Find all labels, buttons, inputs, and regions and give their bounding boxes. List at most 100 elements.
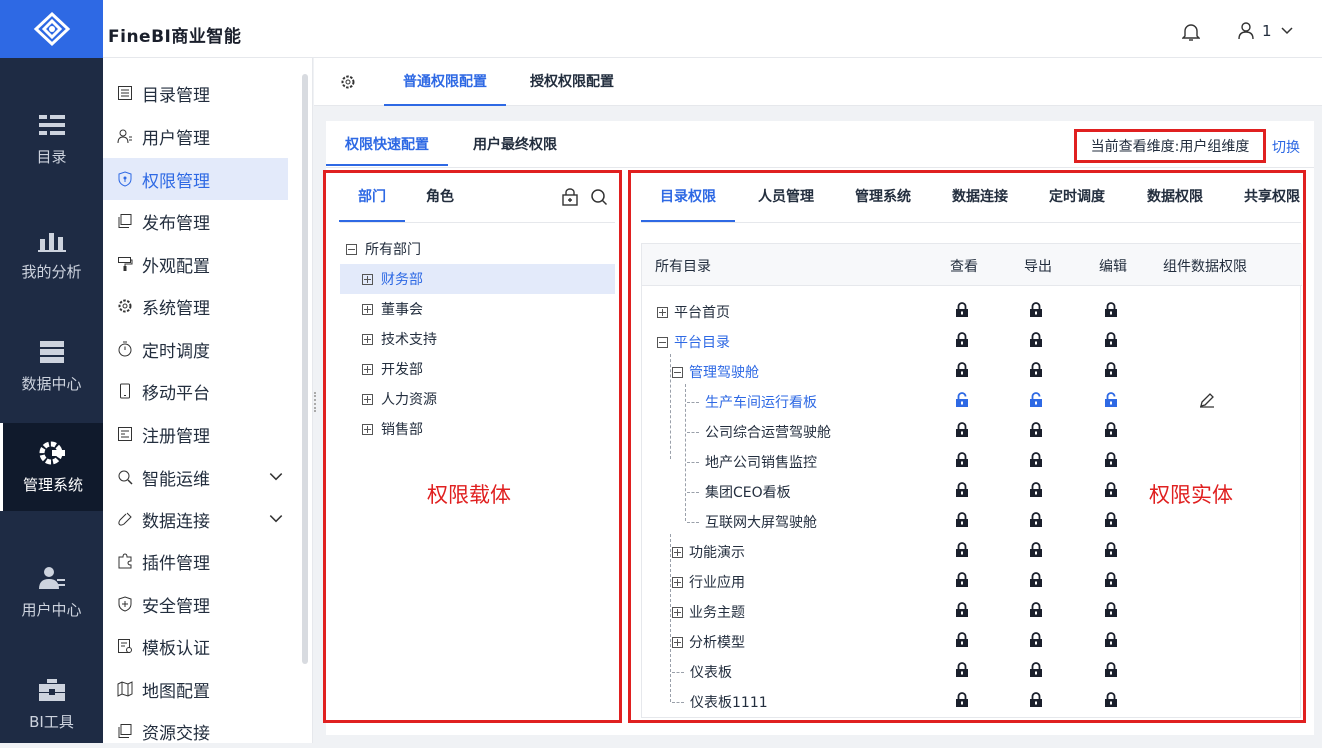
splitter-handle[interactable] bbox=[314, 392, 318, 412]
col-export[interactable]: 导出 bbox=[1024, 256, 1052, 276]
tab-admin-system[interactable]: 管理系统 bbox=[855, 186, 911, 222]
lock-icon[interactable] bbox=[1104, 572, 1118, 588]
table-row[interactable]: 功能演示 bbox=[642, 536, 1302, 566]
lock-icon[interactable] bbox=[955, 572, 969, 588]
expand-icon[interactable] bbox=[657, 306, 668, 318]
menu-item-user-manage[interactable]: 用户管理 bbox=[103, 115, 288, 157]
lock-icon[interactable] bbox=[1104, 662, 1118, 678]
menu-item-template-cert[interactable]: 模板认证 bbox=[103, 625, 288, 667]
tab-user-manage[interactable]: 人员管理 bbox=[758, 186, 814, 222]
expand-icon[interactable] bbox=[362, 303, 373, 315]
rail-item-catalog[interactable]: 目录 bbox=[0, 95, 103, 183]
tab-share-permission[interactable]: 共享权限 bbox=[1244, 186, 1300, 222]
rail-item-admin[interactable]: 管理系统 bbox=[0, 423, 103, 511]
lock-icon[interactable] bbox=[955, 602, 969, 618]
lock-icon[interactable] bbox=[955, 482, 969, 498]
tab-final-permission[interactable]: 用户最终权限 bbox=[473, 121, 557, 166]
menu-item-data-connection[interactable]: 数据连接 bbox=[103, 498, 288, 540]
tree-node-dept[interactable]: 销售部 bbox=[340, 414, 615, 444]
switch-link[interactable]: 切换 bbox=[1272, 137, 1300, 157]
table-row[interactable]: 管理驾驶舱 bbox=[642, 356, 1302, 386]
lock-icon[interactable] bbox=[955, 362, 969, 378]
lock-icon[interactable] bbox=[1029, 362, 1043, 378]
table-row[interactable]: 公司综合运营驾驶舱 bbox=[642, 416, 1302, 446]
expand-icon[interactable] bbox=[362, 423, 373, 435]
lock-icon[interactable] bbox=[1104, 332, 1118, 348]
lock-icon[interactable] bbox=[1104, 452, 1118, 468]
lock-icon[interactable] bbox=[1029, 662, 1043, 678]
tab-schedule[interactable]: 定时调度 bbox=[1049, 186, 1105, 222]
menu-item-register[interactable]: 注册管理 bbox=[103, 413, 288, 455]
table-row[interactable]: 生产车间运行看板 bbox=[642, 386, 1302, 416]
lock-icon[interactable] bbox=[955, 662, 969, 678]
table-row[interactable]: 行业应用 bbox=[642, 566, 1302, 596]
lock-icon[interactable] bbox=[955, 452, 969, 468]
rail-item-bi-tools[interactable]: BI工具 bbox=[0, 660, 103, 748]
tree-node-root[interactable]: 所有部门 bbox=[346, 234, 621, 264]
unlock-icon[interactable] bbox=[1029, 392, 1043, 408]
menu-item-system-manage[interactable]: 系统管理 bbox=[103, 285, 288, 327]
app-logo[interactable] bbox=[0, 0, 103, 58]
menu-item-publish-manage[interactable]: 发布管理 bbox=[103, 200, 288, 242]
tab-quick-config[interactable]: 权限快速配置 bbox=[326, 121, 448, 166]
menu-item-resource-handover[interactable]: 资源交接 bbox=[103, 710, 288, 743]
table-row[interactable]: 地产公司销售监控 bbox=[642, 446, 1302, 476]
menu-item-security[interactable]: 安全管理 bbox=[103, 583, 288, 625]
table-row[interactable]: 平台目录 bbox=[642, 326, 1302, 356]
rail-item-data-center[interactable]: 数据中心 bbox=[0, 322, 103, 410]
rail-item-user-center[interactable]: 用户中心 bbox=[0, 548, 103, 636]
col-edit[interactable]: 编辑 bbox=[1099, 256, 1127, 276]
lock-icon[interactable] bbox=[1029, 482, 1043, 498]
lock-icon[interactable] bbox=[955, 422, 969, 438]
lock-icon[interactable] bbox=[1029, 512, 1043, 528]
edit-pencil-icon[interactable] bbox=[1199, 392, 1215, 408]
lock-icon[interactable] bbox=[1104, 302, 1118, 318]
lock-icon[interactable] bbox=[955, 632, 969, 648]
expand-icon[interactable] bbox=[672, 606, 683, 618]
col-view[interactable]: 查看 bbox=[950, 256, 978, 276]
user-menu[interactable]: 1 bbox=[1238, 22, 1294, 40]
lock-icon[interactable] bbox=[955, 542, 969, 558]
tab-normal-permission[interactable]: 普通权限配置 bbox=[384, 58, 506, 106]
collapse-icon[interactable] bbox=[657, 336, 668, 348]
expand-icon[interactable] bbox=[672, 576, 683, 588]
expand-icon[interactable] bbox=[362, 393, 373, 405]
expand-icon[interactable] bbox=[672, 636, 683, 648]
lock-filter-icon[interactable] bbox=[561, 188, 579, 206]
menu-item-mobile[interactable]: 移动平台 bbox=[103, 370, 288, 412]
lock-icon[interactable] bbox=[1104, 512, 1118, 528]
expand-icon[interactable] bbox=[362, 333, 373, 345]
lock-icon[interactable] bbox=[1029, 422, 1043, 438]
settings-gear-icon[interactable] bbox=[340, 74, 356, 90]
menu-item-schedule[interactable]: 定时调度 bbox=[103, 328, 288, 370]
table-row[interactable]: 互联网大屏驾驶舱 bbox=[642, 506, 1302, 536]
menu-item-plugins[interactable]: 插件管理 bbox=[103, 540, 288, 582]
lock-icon[interactable] bbox=[955, 332, 969, 348]
tab-catalog-permission[interactable]: 目录权限 bbox=[641, 186, 735, 222]
lock-icon[interactable] bbox=[1029, 332, 1043, 348]
tree-node-dept[interactable]: 技术支持 bbox=[340, 324, 615, 354]
tree-node-dept[interactable]: 财务部 bbox=[340, 264, 615, 294]
lock-icon[interactable] bbox=[1029, 692, 1043, 708]
unlock-icon[interactable] bbox=[955, 392, 969, 408]
tree-node-dept[interactable]: 董事会 bbox=[340, 294, 615, 324]
unlock-icon[interactable] bbox=[1104, 392, 1118, 408]
tab-data-connection[interactable]: 数据连接 bbox=[952, 186, 1008, 222]
lock-icon[interactable] bbox=[955, 302, 969, 318]
lock-icon[interactable] bbox=[1029, 452, 1043, 468]
tab-role[interactable]: 角色 bbox=[426, 186, 454, 222]
table-row[interactable]: 业务主题 bbox=[642, 596, 1302, 626]
table-row[interactable]: 仪表板 bbox=[642, 656, 1302, 686]
expand-icon[interactable] bbox=[362, 363, 373, 375]
menu-item-smart-ops[interactable]: 智能运维 bbox=[103, 456, 288, 498]
tree-node-dept[interactable]: 人力资源 bbox=[340, 384, 615, 414]
lock-icon[interactable] bbox=[1029, 602, 1043, 618]
tab-grant-permission[interactable]: 授权权限配置 bbox=[530, 58, 614, 106]
lock-icon[interactable] bbox=[1104, 542, 1118, 558]
lock-icon[interactable] bbox=[1104, 632, 1118, 648]
lock-icon[interactable] bbox=[1029, 302, 1043, 318]
lock-icon[interactable] bbox=[1104, 422, 1118, 438]
collapse-icon[interactable] bbox=[672, 366, 683, 378]
notification-bell-icon[interactable] bbox=[1181, 22, 1201, 46]
rail-item-analysis[interactable]: 我的分析 bbox=[0, 210, 103, 298]
